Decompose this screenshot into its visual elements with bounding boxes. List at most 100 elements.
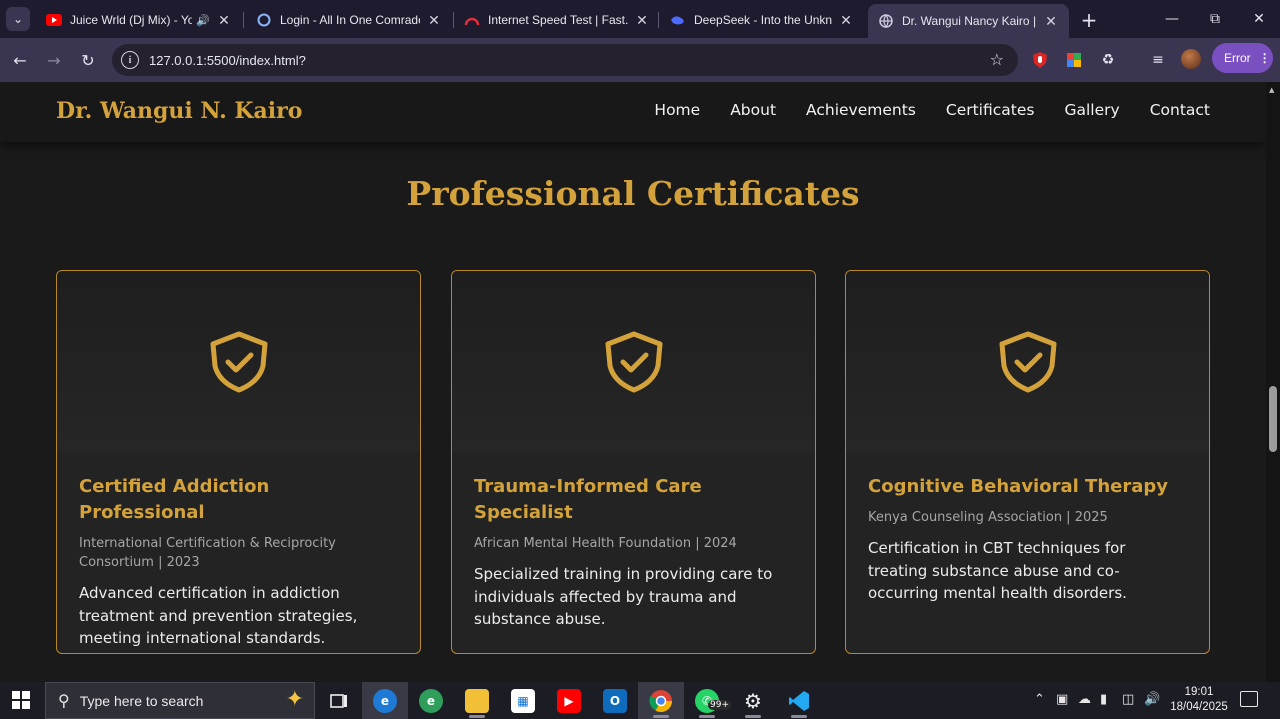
forward-arrow-icon[interactable]: → — [42, 48, 66, 72]
menu-dots-icon: ⋮ — [1258, 51, 1271, 65]
card-icon-area — [452, 271, 815, 452]
settings-gear-icon[interactable]: ⚙ — [730, 682, 776, 719]
file-explorer-icon[interactable] — [454, 682, 500, 719]
nav-contact[interactable]: Contact — [1150, 101, 1210, 119]
certificate-card: Cognitive Behavioral Therapy Kenya Couns… — [845, 270, 1210, 654]
youtube-app-icon[interactable]: ▶ — [546, 682, 592, 719]
nav-achievements[interactable]: Achievements — [806, 101, 916, 119]
notification-center-icon[interactable] — [1240, 691, 1258, 707]
windows-start-icon[interactable] — [12, 691, 30, 709]
outlook-icon[interactable]: O — [592, 682, 638, 719]
browser-toolbar: ← → ↻ i 127.0.0.1:5500/index.html? ☆ ♻ ≡… — [0, 38, 1280, 82]
nav-certificates[interactable]: Certificates — [946, 101, 1035, 119]
shield-check-icon — [605, 331, 662, 392]
scrollbar-thumb[interactable] — [1269, 386, 1277, 452]
site-nav: Home About Achievements Certificates Gal… — [654, 101, 1210, 119]
tab-deepseek[interactable]: DeepSeek - Into the Unkno ✕ — [660, 6, 864, 34]
speedometer-icon — [464, 12, 480, 28]
adblock-extension-icon[interactable] — [1030, 50, 1050, 70]
nav-gallery[interactable]: Gallery — [1064, 101, 1119, 119]
reload-icon[interactable]: ↻ — [76, 48, 100, 72]
close-tab-icon[interactable]: ✕ — [634, 12, 650, 29]
clock-date: 18/04/2025 — [1170, 701, 1228, 713]
search-icon: ⚲ — [58, 691, 70, 710]
whale-icon — [670, 12, 686, 28]
volume-icon[interactable]: 🔊 — [1144, 692, 1160, 707]
back-arrow-icon[interactable]: ← — [8, 48, 32, 72]
nav-home[interactable]: Home — [654, 101, 700, 119]
youtube-icon — [46, 12, 62, 28]
whatsapp-badge: 99+ — [708, 700, 731, 710]
minimize-icon[interactable]: — — [1157, 6, 1187, 32]
media-queue-icon[interactable]: ≡ — [1148, 50, 1168, 70]
page-scrollbar[interactable]: ▲ — [1266, 82, 1280, 682]
app-running-indicator — [745, 715, 761, 718]
whatsapp-icon[interactable]: ✆ 99+ — [684, 682, 731, 719]
site-logo[interactable]: Dr. Wangui N. Kairo — [56, 98, 302, 124]
certificate-description: Advanced certification in addiction trea… — [79, 584, 358, 647]
color-picker-extension-icon[interactable] — [1064, 50, 1084, 70]
taskbar-search-box[interactable]: ⚲ Type here to search ✦ — [45, 682, 315, 719]
certificate-title: Trauma-Informed Care Specialist — [474, 476, 702, 523]
app-running-indicator — [791, 715, 807, 718]
chrome-icon[interactable] — [638, 682, 684, 719]
profile-avatar[interactable] — [1181, 49, 1201, 69]
certificate-card: Certified Addiction Professional Interna… — [56, 270, 421, 654]
tab-search-chevron-icon[interactable]: ⌄ — [6, 7, 30, 31]
new-tab-plus-icon[interactable]: + — [1078, 8, 1100, 32]
shield-check-icon — [210, 331, 267, 392]
edge-dev-icon[interactable]: e — [408, 682, 454, 719]
tray-chevron-up-icon[interactable]: ⌃ — [1034, 692, 1045, 707]
task-view-icon[interactable] — [316, 682, 362, 719]
taskbar-clock[interactable]: 19:01 18/04/2025 — [1166, 685, 1232, 715]
tab-login-comrade[interactable]: Login - All In One Comrade ✕ — [246, 6, 452, 34]
tab-title: Juice Wrld (Dj Mix) - You — [70, 13, 193, 27]
card-body: Cognitive Behavioral Therapy Kenya Couns… — [868, 474, 1188, 605]
network-icon[interactable]: ◫ — [1122, 692, 1134, 707]
certificate-issuer: International Certification & Reciprocit… — [79, 536, 336, 570]
tab-fast-speed-test[interactable]: Internet Speed Test | Fast.co ✕ — [454, 6, 660, 34]
close-tab-icon[interactable]: ✕ — [1043, 13, 1059, 30]
shield-check-icon — [999, 331, 1056, 392]
tab-separator — [243, 12, 244, 28]
extensions-puzzle-icon[interactable]: ♻ — [1098, 50, 1118, 70]
app-running-indicator — [469, 715, 485, 718]
scroll-up-arrow-icon[interactable]: ▲ — [1269, 86, 1274, 94]
speaker-icon[interactable]: 🔊 — [196, 14, 210, 27]
search-placeholder: Type here to search — [79, 692, 204, 709]
certificate-card: Trauma-Informed Care Specialist African … — [451, 270, 816, 654]
tab-separator — [658, 12, 659, 28]
close-tab-icon[interactable]: ✕ — [838, 12, 854, 29]
onedrive-cloud-icon[interactable]: ☁ — [1078, 692, 1091, 707]
microsoft-store-icon[interactable]: ▦ — [500, 682, 546, 719]
card-body: Certified Addiction Professional Interna… — [79, 474, 399, 650]
profile-error-button[interactable]: Error ⋮ — [1212, 43, 1273, 73]
app-running-indicator — [653, 715, 669, 718]
nav-about[interactable]: About — [730, 101, 776, 119]
url-text[interactable]: 127.0.0.1:5500/index.html? — [149, 53, 306, 68]
close-window-icon[interactable]: ✕ — [1244, 6, 1274, 32]
vscode-icon[interactable] — [776, 682, 822, 719]
page-viewport: Dr. Wangui N. Kairo Home About Achieveme… — [0, 82, 1266, 682]
tab-juice-wrld[interactable]: Juice Wrld (Dj Mix) - You 🔊 ✕ — [36, 6, 242, 34]
address-bar[interactable]: i 127.0.0.1:5500/index.html? ☆ — [112, 44, 1018, 76]
battery-charging-icon[interactable]: ▮ — [1100, 692, 1107, 707]
edge-icon[interactable]: e — [362, 682, 408, 719]
certificate-title: Cognitive Behavioral Therapy — [868, 476, 1168, 497]
certificate-description: Certification in CBT techniques for trea… — [868, 539, 1127, 602]
globe-icon — [878, 13, 894, 29]
bookmark-star-icon[interactable]: ☆ — [990, 50, 1004, 69]
site-info-icon[interactable]: i — [121, 51, 139, 69]
tab-title: Dr. Wangui Nancy Kairo | Co — [902, 14, 1037, 28]
section-title: Professional Certificates — [406, 174, 860, 213]
certificate-issuer: Kenya Counseling Association | 2025 — [868, 510, 1108, 525]
copilot-sparkle-icon[interactable]: ✦ — [286, 687, 304, 712]
close-tab-icon[interactable]: ✕ — [216, 12, 232, 29]
browser-tab-strip: ⌄ Juice Wrld (Dj Mix) - You 🔊 ✕ Login - … — [0, 0, 1280, 38]
restore-icon[interactable]: ⧉ — [1200, 6, 1230, 32]
tray-meet-now-icon[interactable]: ▣ — [1056, 692, 1068, 707]
windows-taskbar: ⚲ Type here to search ✦ e e ▦ ▶ O ✆ 99+ … — [0, 682, 1280, 719]
certificate-description: Specialized training in providing care t… — [474, 565, 773, 628]
close-tab-icon[interactable]: ✕ — [426, 12, 442, 29]
tab-dr-wangui-kairo[interactable]: Dr. Wangui Nancy Kairo | Co ✕ — [868, 4, 1069, 38]
